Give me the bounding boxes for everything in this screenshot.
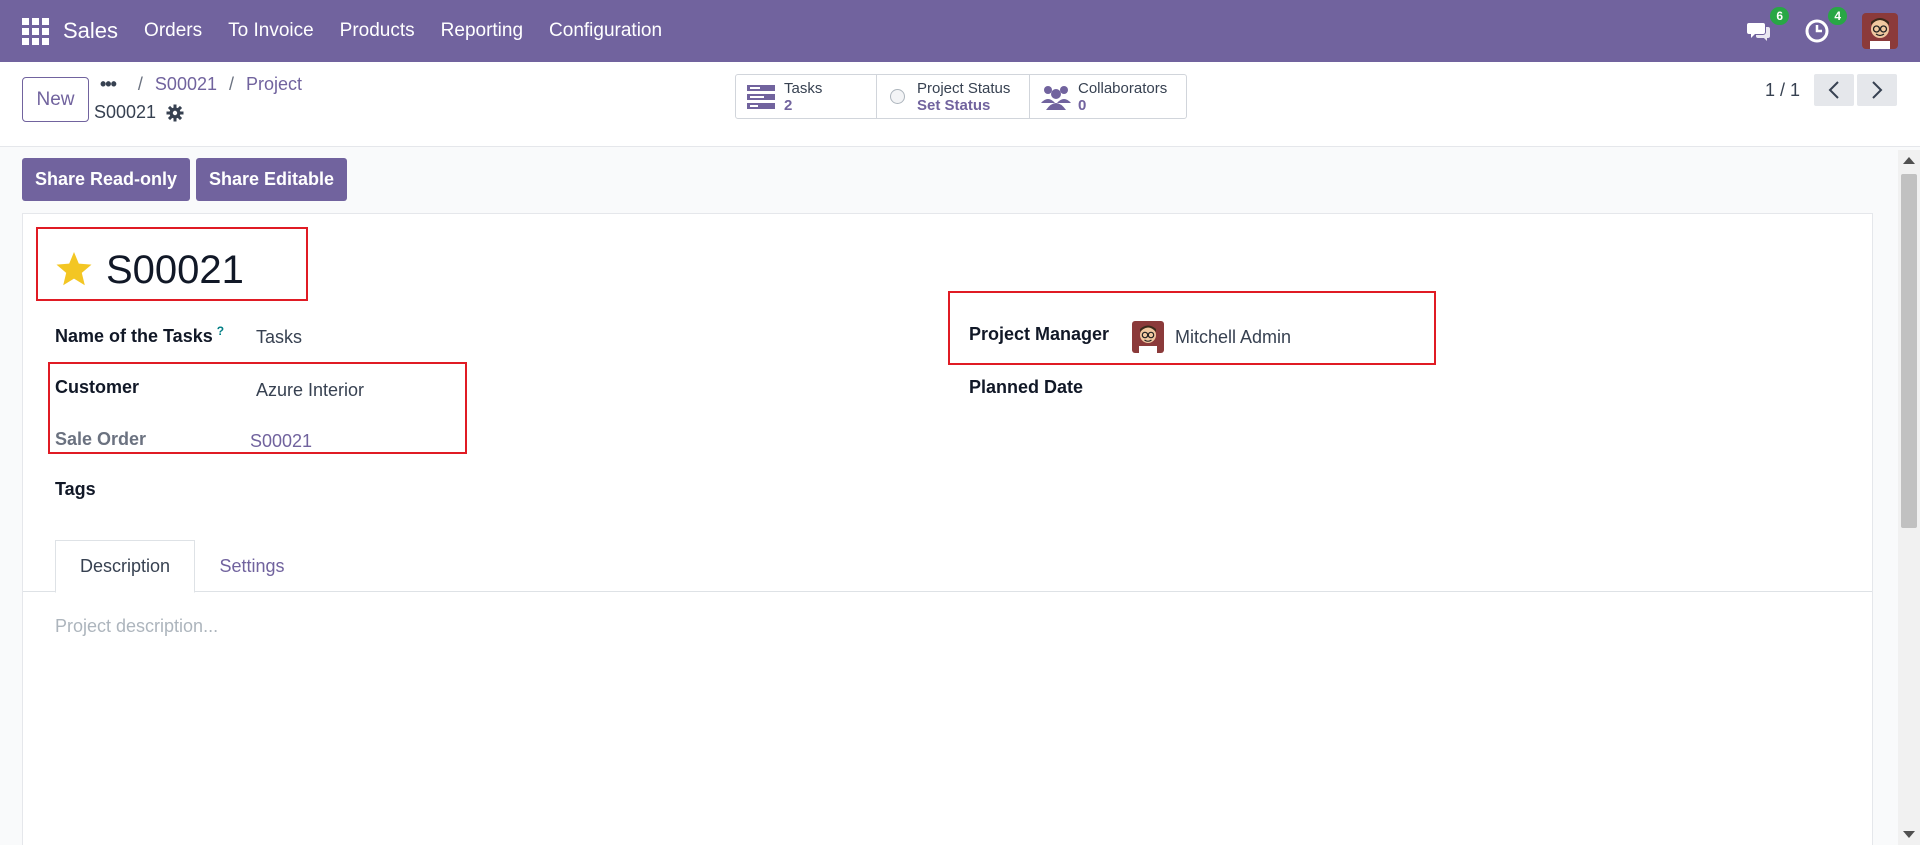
messages-icon[interactable]: 6 [1746, 7, 1789, 44]
status-circle-icon [890, 89, 905, 104]
tasks-smart-button[interactable]: Tasks 2 [736, 75, 877, 118]
scrollbar-thumb[interactable] [1901, 174, 1917, 528]
collaborators-label: Collaborators [1078, 79, 1168, 97]
customer-label: Customer [55, 377, 140, 397]
tab-settings[interactable]: Settings [198, 540, 306, 593]
tasks-icon [747, 84, 775, 109]
menu-configuration[interactable]: Configuration [549, 20, 662, 42]
gear-icon[interactable] [166, 104, 184, 122]
record-name: S00021 [94, 102, 184, 123]
project-status-smart-button[interactable]: Project Status Set Status [877, 75, 1030, 118]
share-editable-button[interactable]: Share Editable [196, 158, 347, 201]
tags-label: Tags [55, 479, 96, 499]
favorite-star-icon[interactable] [55, 250, 93, 288]
record-name-text: S00021 [94, 102, 157, 122]
tasks-count: 2 [784, 96, 793, 114]
sale-order-link[interactable]: S00021 [250, 431, 312, 452]
new-button[interactable]: New [22, 77, 89, 122]
tasks-name-label-text: Name of the Tasks [55, 326, 213, 346]
pager-value[interactable]: 1 / 1 [1765, 80, 1800, 101]
help-tooltip-icon[interactable]: ? [217, 324, 224, 338]
menu-orders[interactable]: Orders [144, 20, 202, 42]
apps-menu-icon[interactable] [21, 17, 49, 45]
scroll-down-icon[interactable] [1903, 831, 1915, 838]
scroll-up-icon[interactable] [1903, 157, 1915, 164]
breadcrumb-separator: / [228, 74, 234, 94]
share-readonly-button[interactable]: Share Read-only [22, 158, 190, 201]
chevron-left-icon [1828, 81, 1839, 99]
pager-previous-button[interactable] [1814, 74, 1854, 106]
activities-clock-icon[interactable]: 4 [1804, 7, 1847, 44]
activities-badge: 4 [1828, 7, 1847, 25]
pager-next-button[interactable] [1857, 74, 1897, 106]
smart-buttons: Tasks 2 Project Status Set Status Collab… [735, 74, 1187, 119]
navbar-systray: 6 4 [1746, 0, 1920, 62]
sale-order-label: Sale Order [55, 429, 147, 449]
breadcrumb-sale-order[interactable]: S00021 [155, 74, 217, 95]
chevron-right-icon [1872, 81, 1883, 99]
form-sheet [22, 213, 1873, 845]
breadcrumb-separator: / [137, 74, 143, 94]
menu-products[interactable]: Products [340, 20, 415, 42]
vertical-scrollbar[interactable] [1898, 150, 1920, 845]
project-status-label: Project Status [917, 79, 1011, 97]
collaborators-smart-button[interactable]: Collaborators 0 [1030, 75, 1186, 118]
description-input[interactable]: Project description... [55, 616, 218, 637]
menu-reporting[interactable]: Reporting [441, 20, 523, 42]
project-title[interactable]: S00021 [106, 248, 244, 293]
collaborators-count: 0 [1078, 96, 1087, 114]
project-manager-label: Project Manager [969, 324, 1110, 344]
project-status-value: Set Status [917, 96, 991, 114]
app-brand[interactable]: Sales [63, 18, 118, 44]
top-navbar: Sales Orders To Invoice Products Reporti… [0, 0, 1920, 62]
breadcrumb: ••• / S00021 / Project [100, 74, 314, 95]
tasks-label: Tasks [784, 79, 823, 97]
breadcrumb-project[interactable]: Project [246, 74, 302, 95]
tasks-name-field[interactable]: Tasks [256, 327, 302, 348]
project-manager-field[interactable]: Mitchell Admin [1175, 327, 1291, 348]
control-panel: New ••• / S00021 / Project S00021 Tasks … [0, 62, 1920, 147]
breadcrumb-more-icon[interactable]: ••• [100, 74, 117, 95]
notebook-tabs: Description Settings [23, 540, 1872, 593]
user-avatar[interactable] [1862, 13, 1898, 49]
menu-to-invoice[interactable]: To Invoice [228, 20, 314, 42]
planned-date-label: Planned Date [969, 377, 1084, 397]
customer-field[interactable]: Azure Interior [256, 380, 364, 401]
tab-description[interactable]: Description [55, 540, 195, 593]
users-icon [1041, 85, 1071, 110]
project-manager-avatar [1132, 321, 1164, 353]
tasks-name-label: Name of the Tasks? [55, 324, 224, 347]
messages-badge: 6 [1770, 7, 1789, 25]
